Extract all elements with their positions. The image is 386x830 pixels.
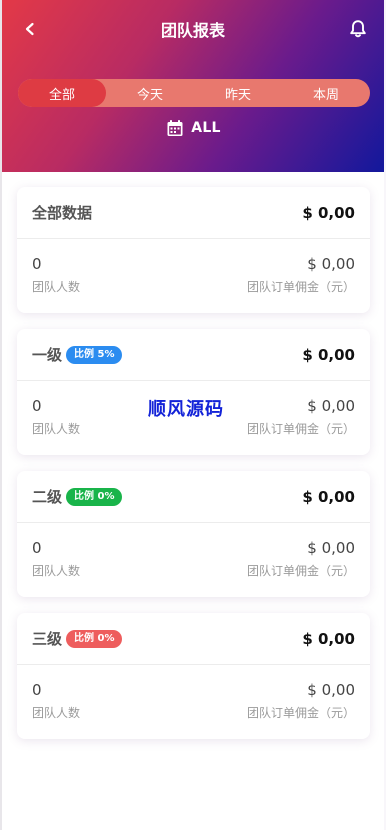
card-all-data: 全部数据 $ 0,00 0 团队人数 $ 0,00 团队订单佣金（元）	[17, 187, 370, 313]
card-header: 三级 比例 0% $ 0,00	[17, 613, 370, 665]
members-label: 团队人数	[32, 280, 81, 294]
ratio-badge: 比例 0%	[66, 629, 123, 648]
period-tabs: 全部 今天 昨天 本周	[18, 79, 370, 107]
calendar-icon	[167, 120, 183, 136]
card-title: 全部数据	[32, 204, 93, 222]
commission-value: $ 0,00	[307, 255, 355, 273]
commission-label: 团队订单佣金（元）	[246, 706, 355, 720]
card-body: 0 团队人数 $ 0,00 团队订单佣金（元）	[17, 665, 370, 738]
notification-button[interactable]	[344, 15, 372, 43]
commission-label: 团队订单佣金（元）	[246, 564, 355, 578]
members-value: 0	[32, 539, 42, 557]
bell-icon	[350, 20, 366, 38]
page-title: 团队报表	[160, 21, 225, 40]
page: 团队报表 全部 今天 昨天 本周 ALL 全部数据 $ 0,00 0 团队人数 …	[0, 0, 386, 830]
commission-stat: $ 0,00 团队订单佣金（元）	[247, 539, 355, 579]
members-stat: 0 团队人数	[32, 397, 80, 437]
members-stat: 0 团队人数	[32, 539, 80, 579]
content-area: 全部数据 $ 0,00 0 团队人数 $ 0,00 团队订单佣金（元） 一级 比…	[2, 172, 384, 830]
card-title: 二级	[32, 488, 63, 506]
members-label: 团队人数	[32, 706, 81, 720]
members-value: 0	[32, 397, 42, 415]
card-amount: $ 0,00	[302, 203, 355, 222]
tab-all[interactable]: 全部	[18, 79, 106, 107]
members-value: 0	[32, 255, 42, 273]
card-body: 0 团队人数 $ 0,00 团队订单佣金（元）	[17, 239, 370, 312]
commission-value: $ 0,00	[307, 681, 355, 699]
commission-label: 团队订单佣金（元）	[246, 280, 355, 294]
card-amount: $ 0,00	[302, 487, 355, 506]
card-level-2: 二级 比例 0% $ 0,00 0 团队人数 $ 0,00 团队订单佣金（元）	[17, 471, 370, 597]
tab-today[interactable]: 今天	[106, 79, 194, 107]
members-value: 0	[32, 681, 42, 699]
date-filter-label: ALL	[191, 120, 221, 136]
members-stat: 0 团队人数	[32, 681, 80, 721]
card-header: 一级 比例 5% $ 0,00	[17, 329, 370, 381]
members-stat: 0 团队人数	[32, 255, 80, 295]
commission-value: $ 0,00	[307, 397, 355, 415]
ratio-badge: 比例 5%	[66, 345, 123, 364]
card-amount: $ 0,00	[302, 345, 355, 364]
card-header: 全部数据 $ 0,00	[17, 187, 370, 239]
members-label: 团队人数	[32, 422, 81, 436]
card-title: 一级	[32, 346, 63, 364]
top-bar: 团队报表	[2, 0, 384, 56]
date-filter[interactable]: ALL	[2, 118, 384, 138]
card-level-3: 三级 比例 0% $ 0,00 0 团队人数 $ 0,00 团队订单佣金（元）	[17, 613, 370, 739]
ratio-badge: 比例 0%	[66, 487, 123, 506]
card-title: 三级	[32, 630, 63, 648]
card-level-1: 一级 比例 5% $ 0,00 0 团队人数 $ 0,00 团队订单佣金（元）	[17, 329, 370, 455]
card-header: 二级 比例 0% $ 0,00	[17, 471, 370, 523]
tab-this-week[interactable]: 本周	[282, 79, 370, 107]
commission-stat: $ 0,00 团队订单佣金（元）	[247, 397, 355, 437]
members-label: 团队人数	[32, 564, 81, 578]
watermark-text: 顺风源码	[148, 399, 224, 420]
commission-value: $ 0,00	[307, 539, 355, 557]
card-amount: $ 0,00	[302, 629, 355, 648]
card-body: 0 团队人数 $ 0,00 团队订单佣金（元）	[17, 523, 370, 596]
tab-yesterday[interactable]: 昨天	[194, 79, 282, 107]
commission-stat: $ 0,00 团队订单佣金（元）	[247, 681, 355, 721]
header-banner: 团队报表 全部 今天 昨天 本周 ALL	[2, 0, 384, 172]
commission-stat: $ 0,00 团队订单佣金（元）	[247, 255, 355, 295]
commission-label: 团队订单佣金（元）	[246, 422, 355, 436]
